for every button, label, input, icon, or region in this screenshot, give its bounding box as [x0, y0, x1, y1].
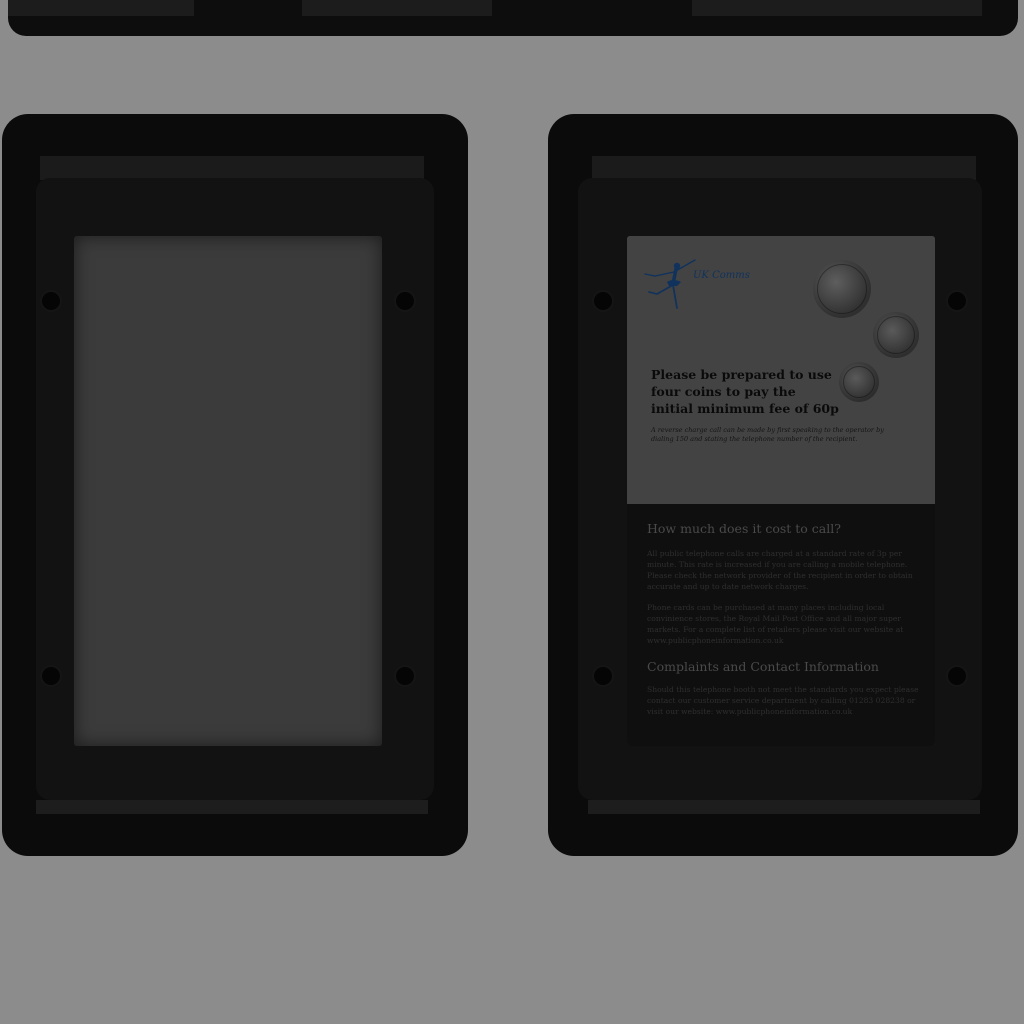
contact-heading: Complaints and Contact Information	[647, 659, 879, 674]
top-bar-segment	[692, 0, 982, 16]
screw-icon	[594, 667, 612, 685]
reverse-charge-note: A reverse charge call can be made by fir…	[651, 426, 884, 443]
frame-lower-lip	[588, 800, 980, 814]
notice-bottom-section: How much does it cost to call? All publi…	[627, 504, 935, 746]
top-frame-bar	[8, 0, 1018, 36]
top-bar-segment	[8, 0, 194, 16]
fifty-pence-coin-icon	[813, 260, 871, 318]
twenty-pence-coin-icon	[873, 312, 919, 358]
brand-name: UK Comms	[693, 270, 750, 281]
notice-headline: Please be prepared to use four coins to …	[651, 367, 839, 416]
frame-lower-lip	[36, 800, 428, 814]
frame-upper-lip	[40, 156, 424, 180]
cost-heading: How much does it cost to call?	[647, 521, 841, 536]
contact-paragraph: Should this telephone booth not meet the…	[647, 685, 919, 716]
screw-icon	[42, 667, 60, 685]
screw-icon	[396, 292, 414, 310]
screw-icon	[42, 292, 60, 310]
phone-notice-poster[interactable]: UK Comms Please be prepared to use four …	[627, 236, 935, 746]
ballerina-logo-icon	[644, 259, 696, 309]
screw-icon	[948, 667, 966, 685]
cost-paragraph-phone-cards: Phone cards can be purchased at many pla…	[647, 603, 904, 645]
cost-paragraph-rates: All public telephone calls are charged a…	[647, 549, 913, 591]
screw-icon	[594, 292, 612, 310]
screw-icon	[948, 292, 966, 310]
notice-top-section: UK Comms Please be prepared to use four …	[627, 236, 935, 504]
empty-poster-panel	[74, 236, 382, 746]
frame-upper-lip	[592, 156, 976, 180]
screw-icon	[396, 667, 414, 685]
ten-pence-coin-icon	[839, 362, 879, 402]
top-bar-segment	[302, 0, 492, 16]
